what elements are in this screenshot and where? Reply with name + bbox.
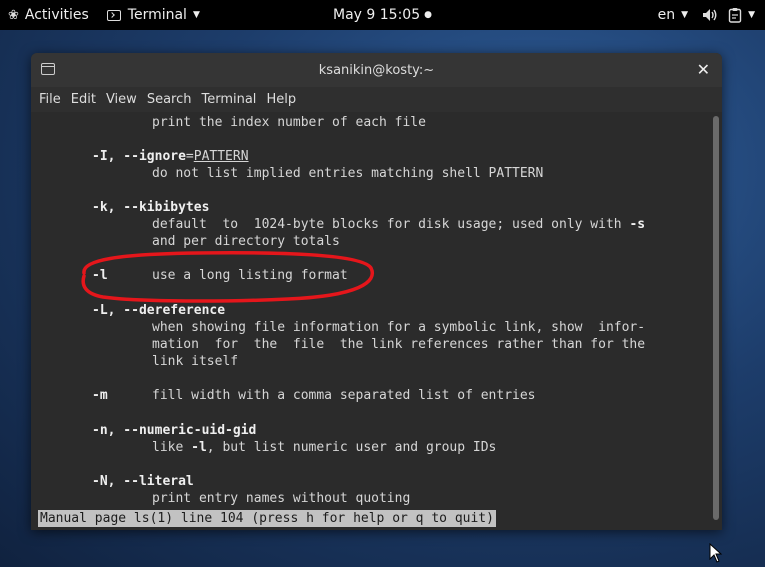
gnome-foot-icon: ❀	[8, 7, 19, 23]
man-text: , but list numeric user and group IDs	[206, 440, 497, 455]
option-kibibytes: -k, --kibibytes	[92, 200, 210, 215]
language-label: en	[657, 7, 676, 23]
man-line: and per directory totals	[152, 234, 340, 249]
man-text: default to 1024-byte blocks for disk usa…	[152, 217, 630, 232]
chevron-down-icon: ▼	[748, 10, 755, 20]
app-menu-label: Terminal	[127, 7, 187, 23]
menu-file[interactable]: File	[34, 92, 66, 107]
option-numeric-uid-gid: -n, --numeric-uid-gid	[92, 423, 257, 438]
option-flag: -s	[629, 217, 646, 232]
window-titlebar[interactable]: ksanikin@kosty:~ ✕	[31, 53, 722, 87]
man-line: use a long listing format	[152, 268, 348, 283]
option-flag: -l	[191, 440, 207, 455]
man-line: print the index number of each file	[152, 115, 426, 130]
menu-search[interactable]: Search	[142, 92, 197, 107]
man-text: like	[152, 440, 192, 455]
terminal-window-icon[interactable]	[41, 63, 55, 75]
menu-help[interactable]: Help	[261, 92, 301, 107]
scrollbar-thumb[interactable]	[713, 116, 719, 520]
man-line: like -l, but list numeric user and group…	[152, 439, 496, 456]
activities-button[interactable]: ❀ Activities	[0, 0, 99, 30]
man-line: fill width with a comma separated list o…	[152, 388, 536, 403]
close-icon[interactable]: ✕	[697, 60, 710, 79]
man-line: mation for the file the link references …	[152, 337, 646, 352]
app-menu-terminal[interactable]: Terminal ▼	[99, 0, 208, 30]
window-title: ksanikin@kosty:~	[318, 62, 435, 78]
system-menu[interactable]: ▼	[702, 7, 755, 23]
activities-label: Activities	[24, 7, 89, 23]
option-fill-width: -m	[92, 388, 108, 403]
option-ignore: -I, --ignore=PATTERN	[92, 148, 249, 165]
terminal-output[interactable]: print the index number of each file -I, …	[31, 112, 713, 530]
notification-dot-icon: ●	[424, 10, 432, 20]
mouse-cursor-icon	[709, 543, 723, 563]
option-flag: -I, --ignore	[92, 149, 186, 164]
menu-bar: File Edit View Search Terminal Help	[31, 87, 722, 112]
man-line: do not list implied entries matching she…	[152, 166, 544, 181]
option-argument: PATTERN	[193, 149, 249, 164]
option-literal: -N, --literal	[92, 474, 194, 489]
clipboard-icon	[728, 8, 742, 23]
option-eq: =	[185, 149, 194, 164]
volume-icon	[703, 9, 717, 21]
terminal-window: ksanikin@kosty:~ ✕ File Edit View Search…	[31, 53, 722, 530]
man-line: print entry names without quoting	[152, 491, 411, 506]
top-bar: ❀ Activities Terminal ▼ May 9 15:05 ● en …	[0, 0, 765, 30]
menu-edit[interactable]: Edit	[66, 92, 101, 107]
clock-label: May 9 15:05	[333, 7, 421, 23]
clock[interactable]: May 9 15:05 ●	[333, 7, 432, 23]
menu-view[interactable]: View	[101, 92, 142, 107]
man-line: link itself	[152, 354, 239, 369]
option-dereference: -L, --dereference	[92, 303, 226, 318]
chevron-down-icon: ▼	[192, 10, 200, 20]
pager-status-line: Manual page ls(1) line 104 (press h for …	[38, 510, 496, 527]
man-line: default to 1024-byte blocks for disk usa…	[152, 216, 645, 233]
language-indicator[interactable]: en ▼	[658, 7, 688, 23]
man-line: when showing file information for a symb…	[152, 320, 646, 335]
scrollbar[interactable]	[712, 112, 720, 522]
menu-terminal[interactable]: Terminal	[196, 92, 261, 107]
terminal-icon	[106, 9, 121, 21]
chevron-down-icon: ▼	[681, 10, 689, 20]
option-long-listing: -l	[92, 268, 108, 283]
